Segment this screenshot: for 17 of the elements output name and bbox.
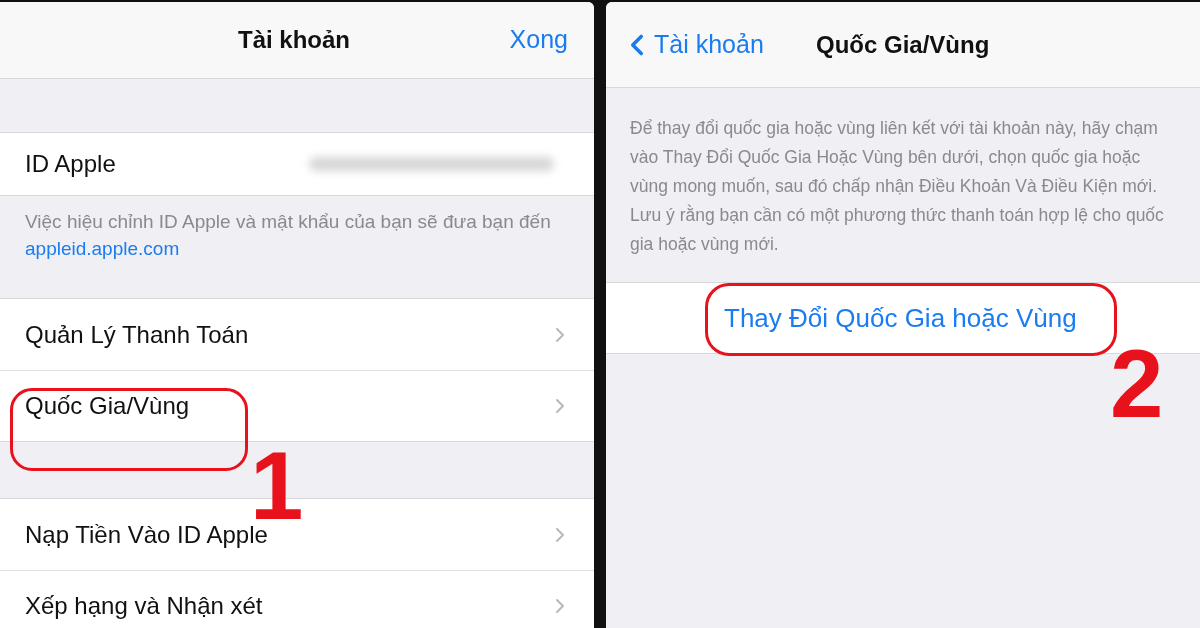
row-label: ID Apple: [25, 148, 116, 179]
list-row[interactable]: ID Apple: [0, 131, 594, 196]
nav-title: Quốc Gia/Vùng: [816, 29, 990, 60]
step-number: 2: [1110, 336, 1164, 432]
description: Để thay đổi quốc gia hoặc vùng liên kết với tài khoản này, hãy chạm vào Thay Đổi Quốc Gia Hoặc Vùng bên dưới, chọn quốc gia hoặc vùng mong muốn, sau đó chấp nhận Điều Khoản Và Điều Kiện mới. Lưu ý rằng bạn cần có một phương thức thanh toán hợp lệ cho quốc gia hoặc vùng mới.: [629, 117, 1165, 256]
change-region-button[interactable]: Thay Đổi Quốc Gia hoặc Vùng: [724, 298, 1077, 338]
list-row[interactable]: Xếp hạng và Nhận xét: [0, 570, 594, 628]
list-row[interactable]: Quốc Gia/Vùng: [0, 370, 594, 441]
back-button[interactable]: Tài khoản: [620, 25, 764, 64]
row-label: Quản Lý Thanh Toán: [25, 319, 249, 350]
done-button[interactable]: Xong: [509, 21, 568, 59]
list-row[interactable]: Quản Lý Thanh Toán: [0, 299, 594, 370]
row-label: Quốc Gia/Vùng: [25, 391, 190, 421]
nav-title: Tài khoản: [238, 25, 351, 56]
row-label: Xếp hạng và Nhận xét: [25, 591, 263, 621]
footer-note: Việc hiệu chỉnh ID Apple và mật khẩu của bạn sẽ đưa bạn đến appleid.apple.com: [24, 210, 552, 261]
link[interactable]: appleid.apple.com: [25, 238, 180, 259]
